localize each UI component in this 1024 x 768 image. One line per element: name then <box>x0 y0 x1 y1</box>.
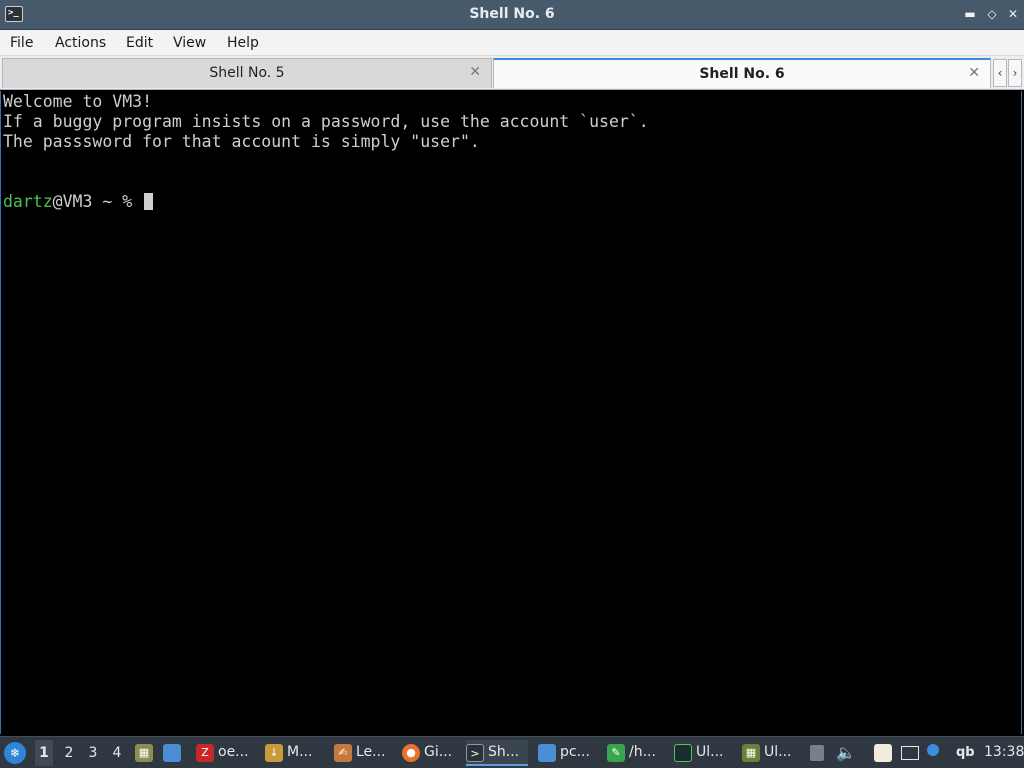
task-label: /h... <box>629 744 656 760</box>
menu-file[interactable]: File <box>10 35 33 51</box>
folder-icon <box>538 744 556 762</box>
terminal-line: If a buggy program insists on a password… <box>3 112 649 131</box>
qbittorrent-icon[interactable]: qb <box>956 745 975 768</box>
terminal-icon: > <box>466 744 484 762</box>
menu-edit[interactable]: Edit <box>126 35 153 51</box>
task-app[interactable]: ✍ Le... <box>334 740 394 766</box>
terminal-output[interactable]: Welcome to VM3! If a buggy program insis… <box>0 91 1022 734</box>
task-label: Gi... <box>424 744 453 760</box>
filezilla-icon: Z <box>196 744 214 762</box>
notification-icon[interactable] <box>927 744 939 756</box>
network-icon[interactable] <box>901 746 919 760</box>
terminal-prompt: dartz@VM3 ~ % <box>3 192 1021 212</box>
task-firefox[interactable]: ● Gi... <box>402 740 462 766</box>
task-filezilla[interactable]: Z oe... <box>196 740 258 766</box>
workspace-2[interactable]: 2 <box>60 745 78 768</box>
window-titlebar: >_ Shell No. 6 ▬ ◇ ✕ <box>0 0 1024 30</box>
download-icon: ↓ <box>265 744 283 762</box>
task-label: pc... <box>560 744 590 760</box>
terminal-line: Welcome to VM3! <box>3 92 153 111</box>
quicklaunch-desktop[interactable] <box>163 740 185 766</box>
workspace-1[interactable]: 1 <box>35 740 53 766</box>
tab-label: Shell No. 6 <box>699 66 785 82</box>
quicklaunch-files[interactable]: ▦ <box>135 740 157 766</box>
clipboard-icon[interactable] <box>874 744 892 762</box>
firefox-icon: ● <box>402 744 420 762</box>
window-title: Shell No. 6 <box>469 6 555 22</box>
workspace-4[interactable]: 4 <box>108 745 126 768</box>
task-editor[interactable]: ✎ /h... <box>607 740 667 766</box>
menu-bar: File Actions Edit View Help <box>0 30 1024 56</box>
task-label: Sh... <box>488 744 520 760</box>
terminal-line: The passsword for that account is simply… <box>3 132 480 151</box>
start-menu-icon[interactable]: ❄ <box>4 742 26 764</box>
menu-actions[interactable]: Actions <box>55 35 106 51</box>
tab-close-icon[interactable]: ✕ <box>469 64 481 80</box>
tab-scroll-left-icon[interactable]: ‹ <box>993 59 1007 87</box>
tab-label: Shell No. 5 <box>209 65 285 81</box>
clock[interactable]: 13:38 <box>984 744 1024 768</box>
prompt-host: @VM3 ~ % <box>52 192 143 211</box>
maximize-icon[interactable]: ◇ <box>982 4 1002 24</box>
close-icon[interactable]: ✕ <box>1003 4 1023 24</box>
task-label: Ul... <box>764 744 792 760</box>
task-label: Ul... <box>696 744 724 760</box>
tab-close-icon[interactable]: ✕ <box>968 65 980 81</box>
menu-help[interactable]: Help <box>227 35 259 51</box>
tab-bar: Shell No. 5 ✕ Shell No. 6 ✕ ‹ › <box>0 56 1024 90</box>
prompt-user: dartz <box>3 192 53 211</box>
volume-icon[interactable]: 🔈 <box>836 743 856 768</box>
monitor-icon <box>674 744 692 762</box>
task-download[interactable]: ↓ M... <box>265 740 325 766</box>
editor-icon: ✎ <box>607 744 625 762</box>
app-icon: ✍ <box>334 744 352 762</box>
task-label: Le... <box>356 744 386 760</box>
storage-icon[interactable] <box>810 745 824 761</box>
show-desktop-icon <box>163 744 181 762</box>
tab-shell-6[interactable]: Shell No. 6 ✕ <box>493 58 991 88</box>
menu-view[interactable]: View <box>173 35 206 51</box>
task-game[interactable]: ▦ Ul... <box>742 740 802 766</box>
minimize-icon[interactable]: ▬ <box>960 4 980 24</box>
taskbar: ❄ 1 2 3 4 ▦ Z oe... ↓ M... ✍ Le... ● Gi.… <box>0 736 1024 768</box>
text-cursor <box>144 193 154 210</box>
task-label: M... <box>287 744 313 760</box>
task-label: oe... <box>218 744 249 760</box>
workspace-3[interactable]: 3 <box>84 745 102 768</box>
task-file-manager[interactable]: pc... <box>538 740 598 766</box>
tab-scroll-right-icon[interactable]: › <box>1008 59 1022 87</box>
files-icon: ▦ <box>135 744 153 762</box>
game-icon: ▦ <box>742 744 760 762</box>
tab-shell-5[interactable]: Shell No. 5 ✕ <box>2 58 492 88</box>
task-monitor[interactable]: Ul... <box>674 740 734 766</box>
task-terminal[interactable]: > Sh... <box>466 740 528 766</box>
